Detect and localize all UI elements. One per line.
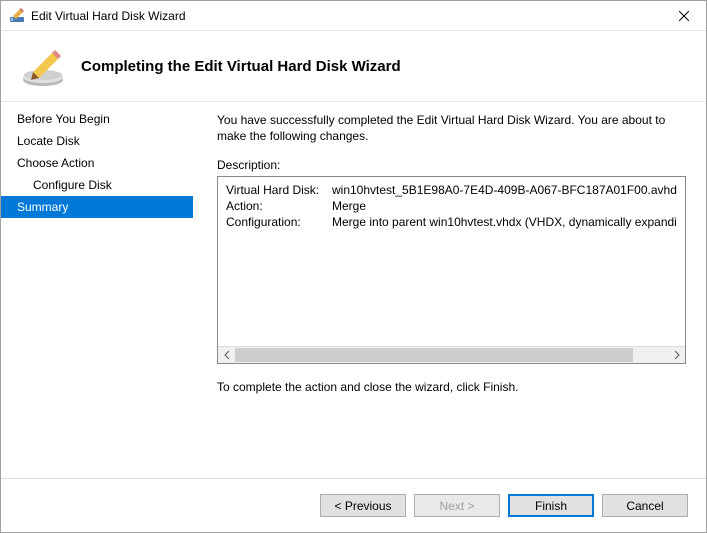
row-label: Configuration: [226, 215, 332, 229]
horizontal-scrollbar[interactable] [218, 346, 685, 363]
wizard-sidebar: Before You Begin Locate Disk Choose Acti… [1, 102, 193, 478]
close-button[interactable] [661, 1, 706, 30]
wizard-content: You have successfully completed the Edit… [193, 102, 706, 478]
intro-text: You have successfully completed the Edit… [217, 112, 686, 144]
sidebar-item-choose-action[interactable]: Choose Action [1, 152, 193, 174]
summary-row: Action: Merge [226, 199, 677, 213]
cancel-button[interactable]: Cancel [602, 494, 688, 517]
finish-button[interactable]: Finish [508, 494, 594, 517]
scroll-left-button[interactable] [218, 347, 235, 363]
app-icon [9, 8, 25, 24]
next-button: Next > [414, 494, 500, 517]
sidebar-item-locate-disk[interactable]: Locate Disk [1, 130, 193, 152]
row-label: Action: [226, 199, 332, 213]
description-label: Description: [217, 158, 686, 172]
previous-button[interactable]: < Previous [320, 494, 406, 517]
sidebar-item-summary[interactable]: Summary [1, 196, 193, 218]
sidebar-item-configure-disk[interactable]: Configure Disk [1, 174, 193, 196]
titlebar: Edit Virtual Hard Disk Wizard [1, 1, 706, 31]
row-value: win10hvtest_5B1E98A0-7E4D-409B-A067-BFC1… [332, 183, 677, 197]
row-label: Virtual Hard Disk: [226, 183, 332, 197]
row-value: Merge into parent win10hvtest.vhdx (VHDX… [332, 215, 677, 229]
wizard-body: Before You Begin Locate Disk Choose Acti… [1, 101, 706, 478]
description-box: Virtual Hard Disk: win10hvtest_5B1E98A0-… [217, 176, 686, 364]
summary-row: Configuration: Merge into parent win10hv… [226, 215, 677, 229]
window-title: Edit Virtual Hard Disk Wizard [31, 9, 661, 23]
wizard-header-icon [19, 42, 67, 90]
complete-instruction: To complete the action and close the wiz… [217, 380, 686, 394]
wizard-footer: < Previous Next > Finish Cancel [1, 478, 706, 532]
wizard-window: Edit Virtual Hard Disk Wizard Completing… [0, 0, 707, 533]
summary-row: Virtual Hard Disk: win10hvtest_5B1E98A0-… [226, 183, 677, 197]
row-value: Merge [332, 199, 677, 213]
scroll-right-button[interactable] [668, 347, 685, 363]
page-title: Completing the Edit Virtual Hard Disk Wi… [81, 58, 401, 75]
wizard-header: Completing the Edit Virtual Hard Disk Wi… [1, 31, 706, 101]
scroll-thumb[interactable] [235, 348, 633, 362]
sidebar-item-before-you-begin[interactable]: Before You Begin [1, 108, 193, 130]
description-content: Virtual Hard Disk: win10hvtest_5B1E98A0-… [218, 177, 685, 346]
scroll-track[interactable] [235, 347, 668, 363]
